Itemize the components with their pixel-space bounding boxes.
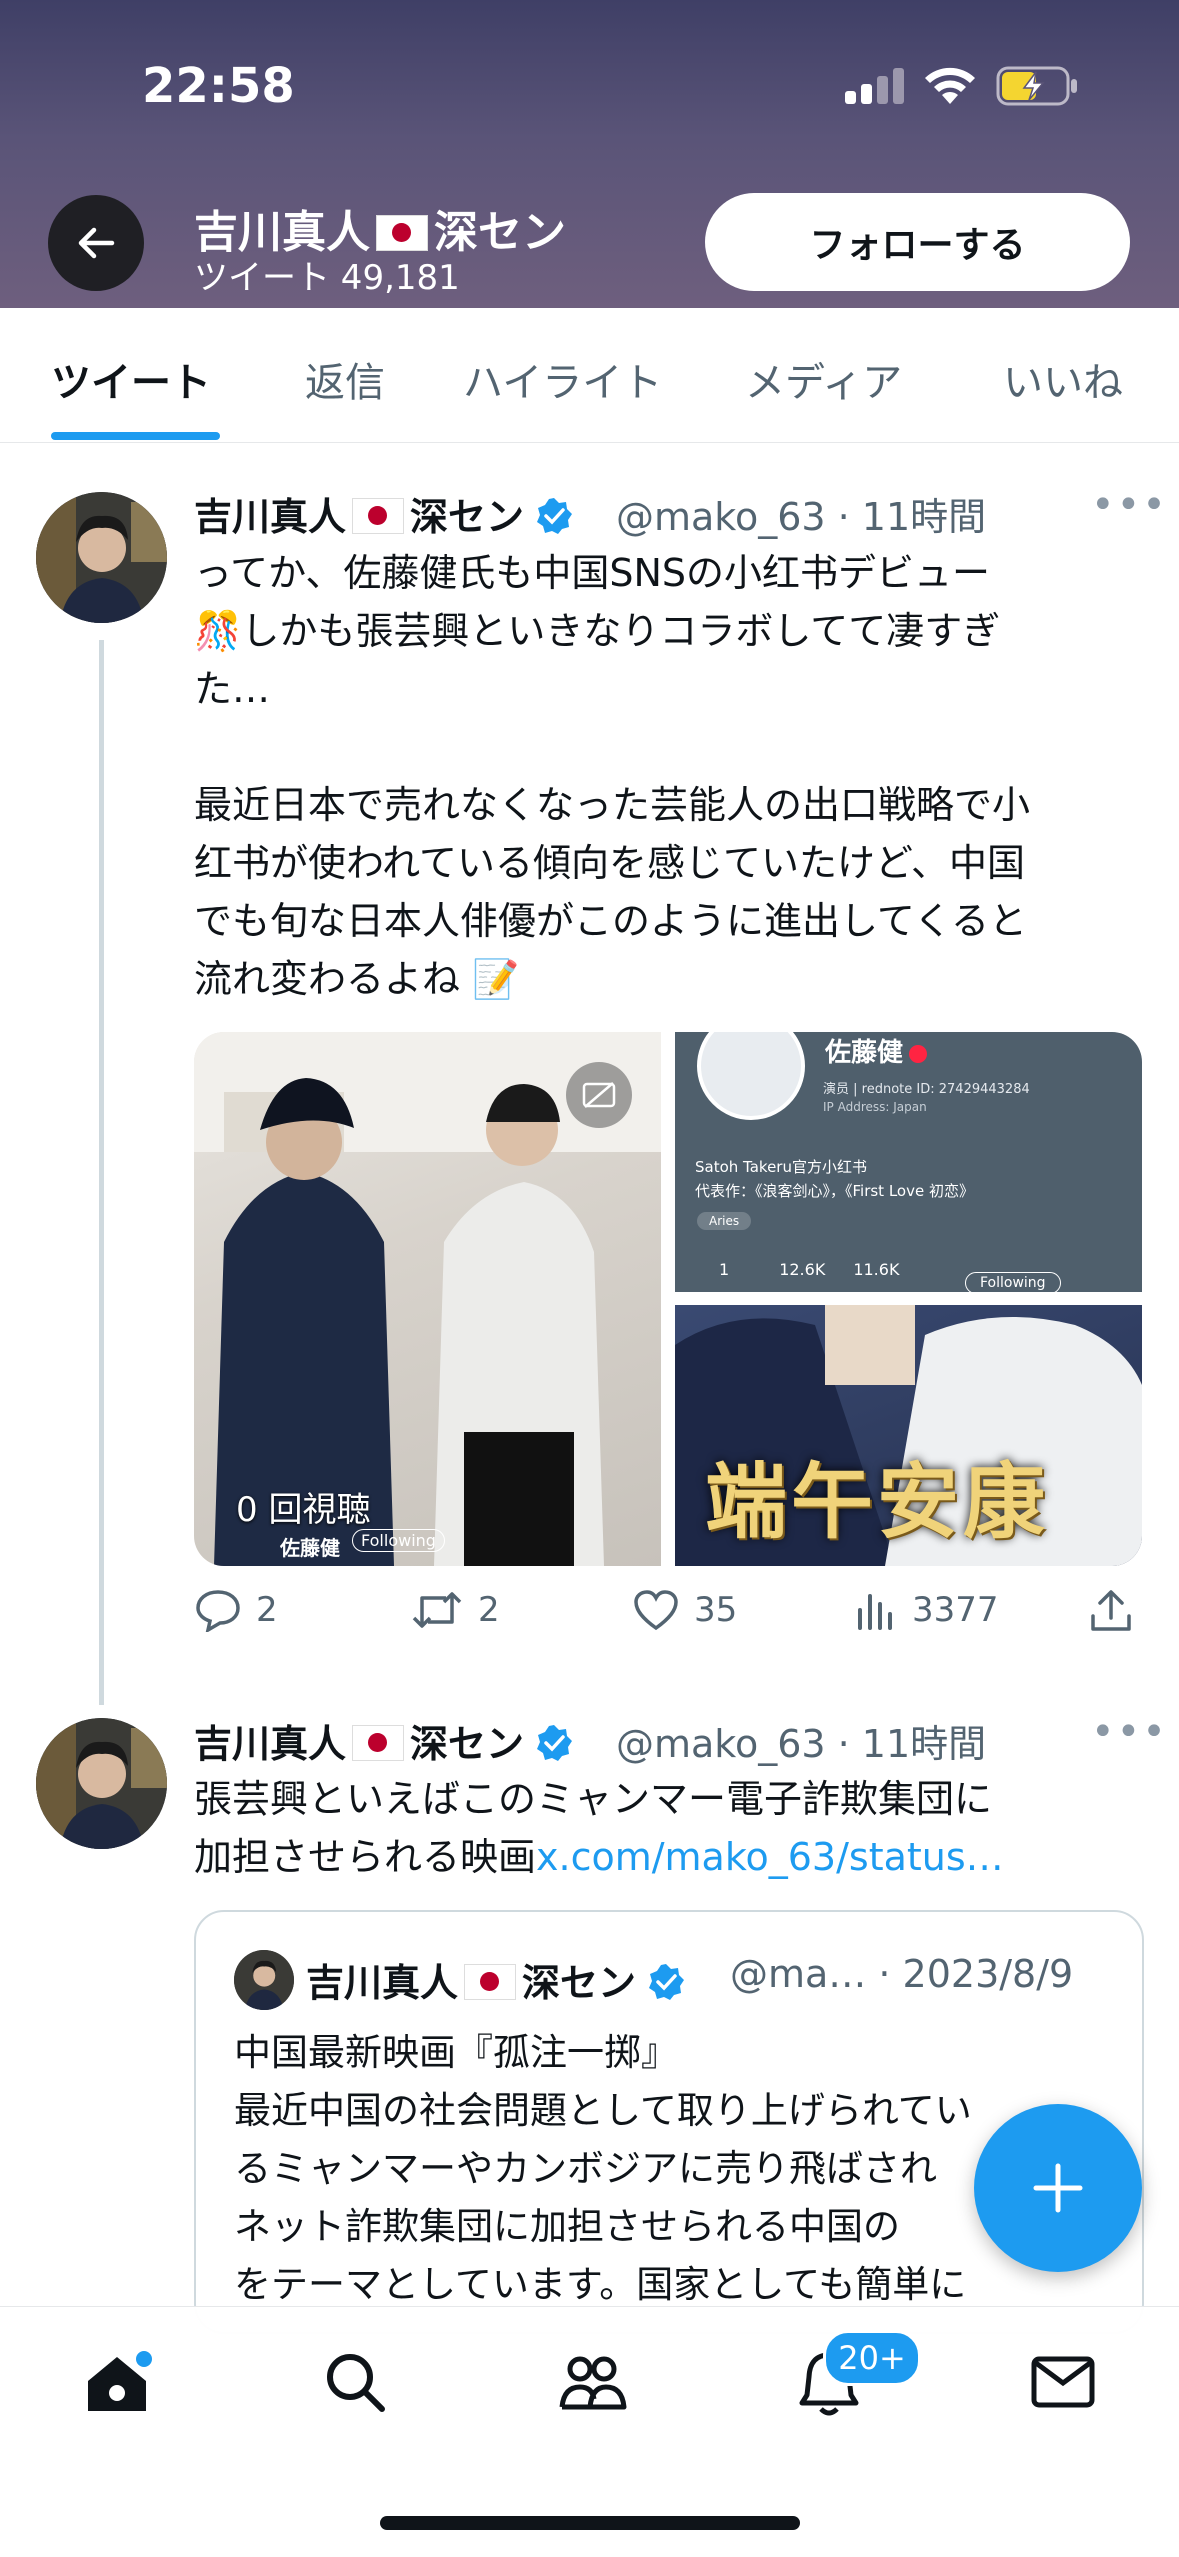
- status-time: 22:58: [142, 58, 295, 114]
- avatar[interactable]: [36, 1718, 167, 1849]
- tab-tweets[interactable]: ツイート: [51, 350, 211, 408]
- share-icon: [1091, 1590, 1131, 1631]
- profile-screenshot-ip: IP Address: Japan: [823, 1100, 927, 1114]
- notification-badge: 20+: [823, 2330, 921, 2386]
- nav-search[interactable]: [320, 2347, 390, 2421]
- profile-avatar-image: [697, 1032, 805, 1120]
- more-options-icon[interactable]: •••: [1091, 482, 1168, 528]
- wifi-icon: [922, 62, 978, 110]
- profile-tabs: ツイート 返信 ハイライト メディア いいね: [0, 308, 1179, 443]
- profile-screenshot-following: Following: [965, 1272, 1061, 1292]
- quote-avatar: [234, 1950, 294, 2010]
- reply-count: 2: [256, 1590, 278, 1630]
- signal-icon: [845, 66, 905, 104]
- tweet-count: ツイート 49,181: [194, 258, 460, 298]
- media-profile-screenshot[interactable]: 佐藤健 演员 | rednote ID: 27429443284 IP Addr…: [675, 1032, 1142, 1292]
- tweet-actions: 2 2 35 3377: [194, 1588, 1144, 1648]
- home-icon: [88, 2351, 152, 2411]
- profile-screenshot-role: 演员 | rednote ID: 27429443284: [823, 1082, 1030, 1097]
- retweet-button[interactable]: 2: [410, 1588, 500, 1632]
- tab-media[interactable]: メディア: [745, 350, 902, 408]
- tweet-author-name[interactable]: 吉川真人 深セン: [194, 486, 584, 541]
- like-count: 35: [694, 1590, 738, 1630]
- tab-likes[interactable]: いいね: [1003, 350, 1123, 408]
- japan-flag-icon: [352, 498, 405, 534]
- profile-screenshot-works: 代表作：《浪客剑心》，《First Love 初恋》: [695, 1182, 974, 1200]
- share-button[interactable]: [1088, 1588, 1148, 1634]
- image-overlay-text: 端午安康: [705, 1454, 1050, 1550]
- thread-line: [99, 640, 104, 1705]
- retweet-icon: [412, 1592, 462, 1628]
- back-button[interactable]: [48, 195, 144, 291]
- profile-screenshot-stats: 1 12.6K 11.6K: [719, 1260, 900, 1279]
- japan-flag-icon: [464, 1964, 517, 2000]
- tweet-link[interactable]: x.com/mako_63/status…: [536, 1835, 1004, 1879]
- communities-icon: [559, 2356, 627, 2410]
- tweet-author-name[interactable]: 吉川真人 深セン: [194, 1713, 584, 1768]
- views-button[interactable]: 3377: [854, 1588, 999, 1632]
- tweet-text-paragraph: 最近日本で売れなくなった芸能人の出口戦略で小 红书が使われている傾向を感じていた…: [194, 783, 1031, 1001]
- heart-icon: [634, 1590, 678, 1631]
- follow-button[interactable]: フォローする: [705, 193, 1130, 291]
- reply-button[interactable]: 2: [194, 1588, 278, 1632]
- video-view-count: 0 回視聴: [236, 1490, 371, 1530]
- profile-screenshot-name: 佐藤健: [825, 1032, 928, 1069]
- nav-messages[interactable]: [1028, 2347, 1098, 2421]
- tweet-handle-time: @mako_63 · 11時間: [616, 495, 987, 539]
- memo-emoji-icon: 📝: [460, 957, 520, 1001]
- home-indicator: [380, 2516, 800, 2530]
- arrow-left-icon: [78, 227, 115, 259]
- tweet-text: 張芸興といえばこのミャンマー電子詐欺集団に 加担させられる映画x.com/mak…: [194, 1777, 1004, 1879]
- compose-button[interactable]: [974, 2104, 1142, 2272]
- retweet-count: 2: [478, 1590, 500, 1630]
- verified-badge-icon: [537, 1725, 573, 1761]
- reply-icon: [196, 1590, 240, 1632]
- profile-screenshot-tag: Aries: [697, 1212, 752, 1230]
- plus-icon: [1033, 2163, 1083, 2213]
- like-button[interactable]: 35: [632, 1588, 737, 1632]
- profile-screenshot-bio: Satoh Takeru官方小红书: [695, 1158, 867, 1176]
- nav-communities[interactable]: [556, 2347, 628, 2421]
- tweet-text: ってか、佐藤健氏も中国SNSの小红书デビュー 🎊しかも張芸興といきなりコラボして…: [194, 551, 1001, 711]
- battery-icon: [996, 66, 1080, 110]
- avatar[interactable]: [36, 492, 167, 623]
- japan-flag-icon: [352, 1725, 405, 1761]
- video-following-pill: Following: [352, 1529, 445, 1552]
- confetti-emoji-icon: 🎊: [194, 609, 242, 653]
- verified-badge-icon: [649, 1964, 685, 2000]
- media-image[interactable]: 端午安康: [675, 1305, 1142, 1566]
- tab-highlights[interactable]: ハイライト: [463, 350, 662, 408]
- active-tab-indicator: [51, 432, 220, 440]
- mail-icon: [1031, 2356, 1095, 2408]
- sensitive-media-icon[interactable]: [566, 1062, 632, 1128]
- japan-flag-icon: [376, 215, 428, 251]
- tab-replies[interactable]: 返信: [305, 350, 385, 408]
- tweet-handle-time: @mako_63 · 11時間: [616, 1722, 987, 1766]
- quote-author-name: 吉川真人 深セン: [306, 1952, 696, 2007]
- quoted-tweet[interactable]: 吉川真人 深セン @ma… · 2023/8/9 中国最新映画『孤注一掷』 最近中…: [194, 1910, 1144, 2334]
- view-count: 3377: [912, 1590, 999, 1630]
- quote-handle-date: @ma… · 2023/8/9: [730, 1952, 1074, 1996]
- media-video[interactable]: 0 回視聴 佐藤健 Following: [194, 1032, 661, 1566]
- search-icon: [327, 2354, 385, 2412]
- video-username: 佐藤健: [280, 1536, 340, 1560]
- verified-badge-icon: [537, 498, 573, 534]
- nav-home[interactable]: [82, 2347, 152, 2421]
- analytics-icon: [858, 1594, 892, 1630]
- more-options-icon[interactable]: •••: [1091, 1709, 1168, 1755]
